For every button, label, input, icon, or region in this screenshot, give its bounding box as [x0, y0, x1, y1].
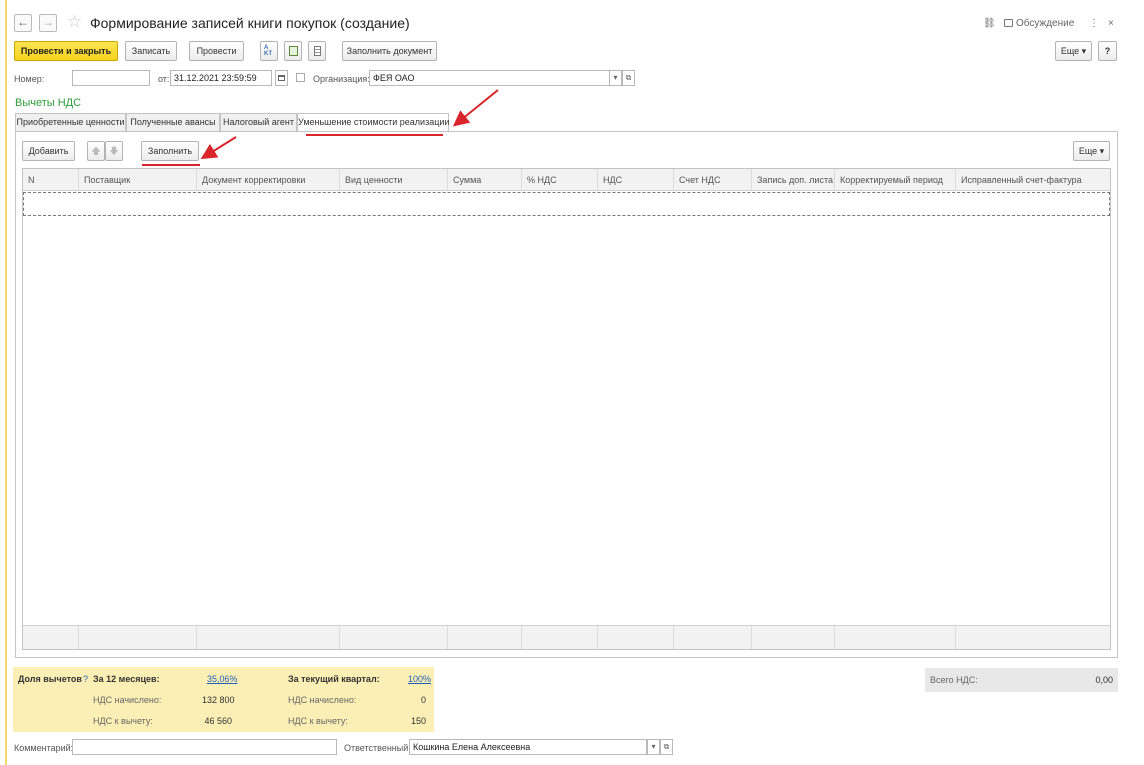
- annotation-underline-tab: [306, 134, 443, 136]
- annotation-arrow-fill: [200, 136, 237, 160]
- annotation-overlay: [200, 89, 499, 160]
- annotation-underline-fill: [142, 164, 200, 166]
- annotation-arrow-tab: [452, 89, 499, 127]
